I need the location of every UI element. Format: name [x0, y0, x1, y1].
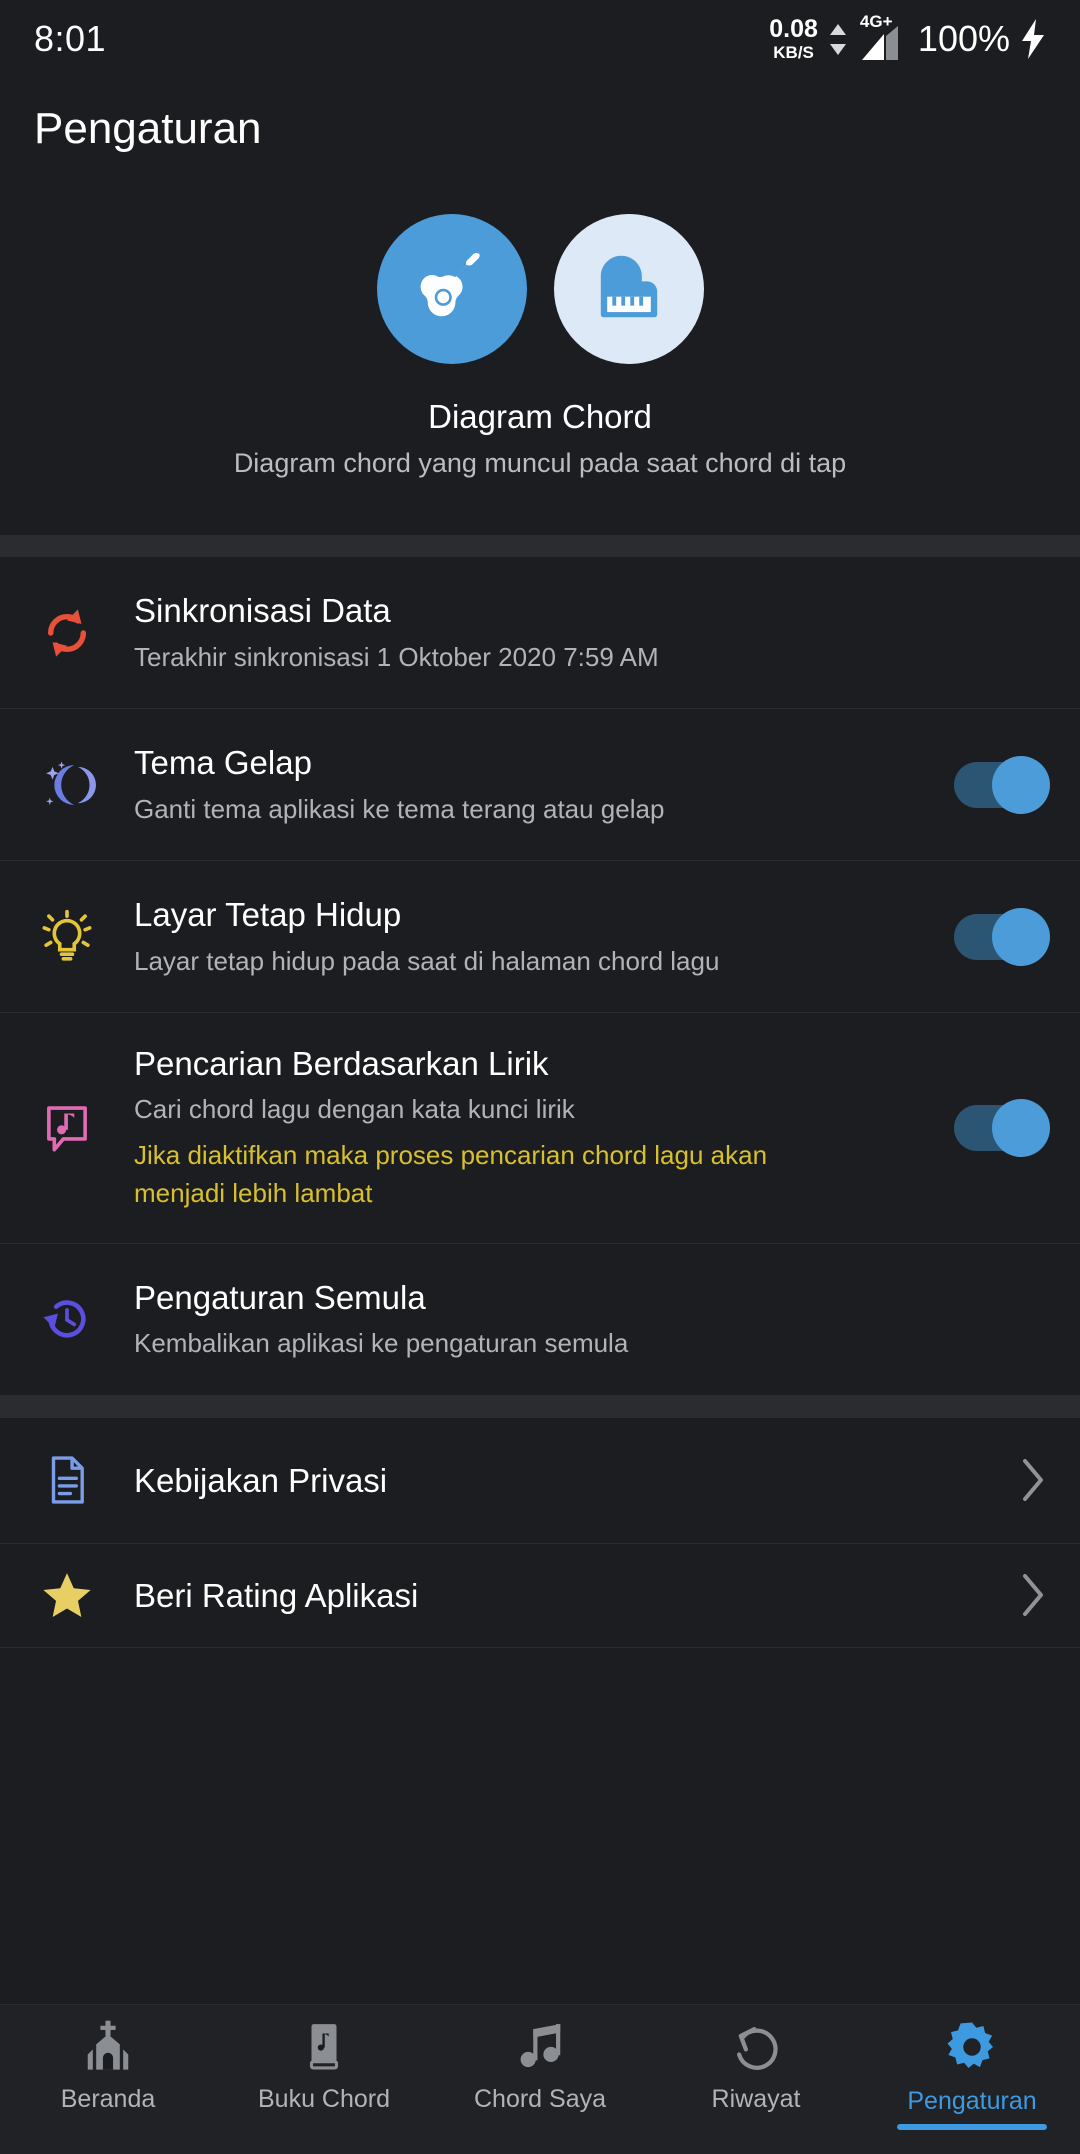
- chevron-right-icon: [1023, 1459, 1043, 1502]
- setting-row-lyric-search[interactable]: Pencarian Berdasarkan Lirik Cari chord l…: [0, 1013, 1080, 1244]
- sync-text: Sinkronisasi Data Terakhir sinkronisasi …: [134, 590, 1046, 674]
- dark-theme-toggle-container: [954, 755, 1050, 814]
- setting-row-keep-screen-on[interactable]: Layar Tetap Hidup Layar tetap hidup pada…: [0, 861, 1080, 1013]
- setting-row-reset[interactable]: Pengaturan Semula Kembalikan aplikasi ke…: [0, 1244, 1080, 1396]
- section-divider: [0, 535, 1080, 557]
- settings-screen: 8:01 0.08 KB/S 4G+ 100% Pengaturan Diagr…: [0, 0, 1080, 2154]
- moon-stars-icon-container: [0, 756, 134, 814]
- piano-option-button[interactable]: [553, 214, 704, 364]
- document-icon: [51, 1456, 84, 1504]
- church-icon: [87, 2020, 129, 2070]
- dark-theme-text: Tema Gelap Ganti tema aplikasi ke tema t…: [134, 742, 954, 826]
- network-type-label: 4G+: [859, 12, 893, 31]
- lyric-search-text: Pencarian Berdasarkan Lirik Cari chord l…: [134, 1043, 954, 1213]
- setting-row-dark-theme[interactable]: Tema Gelap Ganti tema aplikasi ke tema t…: [0, 709, 1080, 861]
- chord-instrument-options: [0, 214, 1080, 364]
- chord-book-icon: [309, 2024, 339, 2070]
- chord-diagram-title: Diagram Chord: [428, 398, 652, 435]
- active-tab-indicator: [897, 2124, 1047, 2130]
- reset-subtitle: Kembalikan aplikasi ke pengaturan semula: [134, 1328, 629, 1359]
- reset-text: Pengaturan Semula Kembalikan aplikasi ke…: [134, 1277, 1046, 1361]
- rating-chevron-container: [1020, 1572, 1046, 1618]
- network-speed-value: 0.08: [769, 15, 818, 43]
- toggle-thumb: [992, 755, 1050, 814]
- guitar-option-button[interactable]: [376, 214, 527, 364]
- lyric-search-toggle[interactable]: [954, 1098, 1050, 1157]
- chevron-right-icon: [1023, 1574, 1043, 1617]
- nav-label-buku-chord: Buku Chord: [257, 2085, 391, 2113]
- nav-label-beranda: Beranda: [60, 2085, 156, 2113]
- nav-item-pengaturan[interactable]: Pengaturan: [864, 2019, 1080, 2130]
- keep-screen-on-text: Layar Tetap Hidup Layar tetap hidup pada…: [134, 894, 954, 978]
- gear-icon: [947, 2022, 993, 2068]
- music-note-icon: [520, 2024, 561, 2068]
- guitar-icon: [420, 252, 480, 317]
- nav-label-chord-saya: Chord Saya: [473, 2085, 607, 2113]
- network-speed-indicator: 0.08 KB/S: [769, 15, 818, 62]
- setting-row-sync[interactable]: Sinkronisasi Data Terakhir sinkronisasi …: [0, 557, 1080, 709]
- keep-screen-on-subtitle: Layar tetap hidup pada saat di halaman c…: [134, 945, 720, 976]
- battery-percentage: 100%: [917, 18, 1010, 59]
- star-icon-container: [0, 1568, 134, 1622]
- nav-label-pengaturan: Pengaturan: [907, 2087, 1037, 2115]
- chord-diagram-section: Diagram Chord Diagram chord yang muncul …: [0, 154, 1080, 535]
- keep-screen-on-title: Layar Tetap Hidup: [134, 896, 402, 934]
- lyric-search-title: Pencarian Berdasarkan Lirik: [134, 1045, 549, 1082]
- nav-item-beranda[interactable]: Beranda: [0, 2019, 216, 2114]
- rating-text: Beri Rating Aplikasi: [134, 1575, 1020, 1616]
- nav-item-chord-saya[interactable]: Chord Saya: [432, 2019, 648, 2114]
- privacy-text: Kebijakan Privasi: [134, 1460, 1020, 1501]
- privacy-title: Kebijakan Privasi: [134, 1461, 388, 1499]
- setting-row-privacy[interactable]: Kebijakan Privasi: [0, 1418, 1080, 1544]
- undo-history-icon: [737, 2027, 778, 2070]
- nav-label-riwayat: Riwayat: [711, 2085, 801, 2113]
- star-icon: [43, 1573, 91, 1618]
- setting-row-rating[interactable]: Beri Rating Aplikasi: [0, 1544, 1080, 1648]
- piano-icon: [600, 255, 657, 318]
- toggle-thumb: [992, 1098, 1050, 1157]
- sync-icon: [47, 608, 87, 657]
- lyric-search-toggle-container: [954, 1098, 1050, 1157]
- history-restore-icon-container: [0, 1290, 134, 1348]
- toggle-thumb: [992, 907, 1050, 966]
- lightbulb-icon-container: [0, 908, 134, 966]
- lyric-search-subtitle: Cari chord lagu dengan kata kunci lirik: [134, 1094, 575, 1125]
- status-time: 8:01: [34, 18, 107, 59]
- lightbulb-icon: [42, 909, 92, 961]
- keep-screen-on-toggle[interactable]: [954, 907, 1050, 966]
- data-transfer-arrows-icon: [829, 23, 846, 55]
- chord-diagram-subtitle: Diagram chord yang muncul pada saat chor…: [233, 448, 847, 478]
- reset-title: Pengaturan Semula: [134, 1279, 426, 1317]
- music-chat-icon-container: [0, 1099, 134, 1157]
- dark-theme-toggle[interactable]: [954, 755, 1050, 814]
- rating-title: Beri Rating Aplikasi: [134, 1576, 419, 1614]
- document-icon-container: [0, 1453, 134, 1507]
- sync-subtitle: Terakhir sinkronisasi 1 Oktober 2020 7:5…: [134, 641, 659, 672]
- moon-stars-icon: [38, 760, 96, 809]
- history-restore-icon: [43, 1300, 86, 1338]
- status-bar: 8:01 0.08 KB/S 4G+ 100%: [0, 0, 1080, 78]
- nav-item-riwayat[interactable]: Riwayat: [648, 2019, 864, 2114]
- privacy-chevron-container: [1020, 1457, 1046, 1503]
- status-indicators: 0.08 KB/S 4G+ 100%: [769, 12, 1046, 62]
- sync-title: Sinkronisasi Data: [134, 592, 391, 630]
- section-divider-2: [0, 1395, 1080, 1418]
- dark-theme-title: Tema Gelap: [134, 744, 312, 782]
- bottom-navigation: Beranda Buku Chord Chord Saya Riwayat Pe…: [0, 2004, 1080, 2154]
- sync-icon-container: [0, 604, 134, 662]
- page-title: Pengaturan: [34, 104, 262, 153]
- lyric-search-warning: Jika diaktifkan maka proses pencarian ch…: [134, 1140, 768, 1209]
- dark-theme-subtitle: Ganti tema aplikasi ke tema terang atau …: [134, 793, 665, 824]
- cellular-signal-icon: 4G+: [858, 12, 902, 62]
- keep-screen-on-toggle-container: [954, 907, 1050, 966]
- network-speed-unit: KB/S: [773, 43, 814, 62]
- music-chat-icon: [47, 1106, 87, 1152]
- lightning-bolt-icon: [1022, 19, 1044, 59]
- nav-item-buku-chord[interactable]: Buku Chord: [216, 2019, 432, 2114]
